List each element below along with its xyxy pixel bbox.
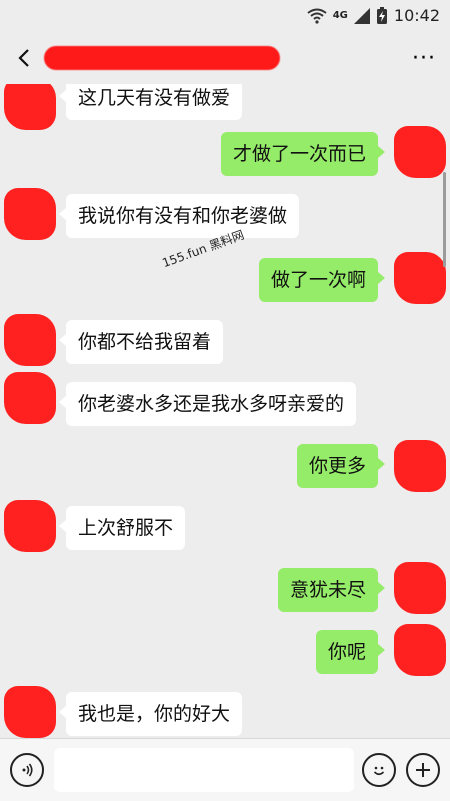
back-chevron-icon bbox=[18, 49, 29, 67]
signal-icon bbox=[353, 7, 370, 24]
plus-button[interactable] bbox=[406, 753, 440, 787]
message-bubble-outgoing[interactable]: 你呢 bbox=[315, 630, 386, 674]
avatar-redacted[interactable] bbox=[4, 500, 56, 552]
message-bubble-outgoing[interactable]: 你更多 bbox=[296, 444, 386, 488]
status-icons: 4G 10:42 bbox=[307, 6, 440, 25]
clock: 10:42 bbox=[393, 6, 440, 25]
avatar-redacted[interactable] bbox=[394, 562, 446, 614]
message-input[interactable] bbox=[54, 748, 354, 792]
message-bubble-incoming[interactable]: 我也是，你的好大 bbox=[58, 692, 243, 736]
emoji-button[interactable] bbox=[362, 753, 396, 787]
status-bar: 4G 10:42 bbox=[0, 0, 450, 32]
more-dots-icon: ··· bbox=[412, 46, 436, 71]
back-button[interactable] bbox=[12, 42, 40, 74]
message-bubble-incoming[interactable]: 我说你有没有和你老婆做 bbox=[58, 194, 300, 238]
avatar-redacted[interactable] bbox=[394, 624, 446, 676]
input-bar bbox=[0, 738, 450, 801]
plus-icon bbox=[416, 763, 430, 777]
message-bubble-outgoing[interactable]: 做了一次啊 bbox=[258, 258, 386, 302]
chat-header: ··· bbox=[0, 32, 450, 84]
voice-button[interactable] bbox=[10, 753, 44, 787]
message-bubble-incoming[interactable]: 你都不给我留着 bbox=[58, 320, 224, 364]
more-button[interactable]: ··· bbox=[412, 46, 436, 71]
network-type: 4G bbox=[332, 10, 348, 21]
message-bubble-incoming[interactable]: 你老婆水多还是我水多呀亲爱的 bbox=[58, 382, 357, 426]
message-bubble-outgoing[interactable]: 意犹未尽 bbox=[277, 568, 386, 612]
avatar-redacted[interactable] bbox=[394, 252, 446, 304]
contact-name-redacted bbox=[44, 46, 280, 70]
avatar-redacted[interactable] bbox=[394, 126, 446, 178]
scrollbar[interactable] bbox=[443, 172, 446, 267]
battery-charging-icon bbox=[376, 6, 387, 24]
avatar-redacted[interactable] bbox=[4, 84, 56, 130]
avatar-redacted[interactable] bbox=[4, 314, 56, 366]
avatar-redacted[interactable] bbox=[4, 372, 56, 424]
message-bubble-incoming[interactable]: 这几天有没有做爱 bbox=[58, 84, 243, 120]
emoji-icon bbox=[373, 766, 385, 776]
avatar-redacted[interactable] bbox=[4, 686, 56, 738]
wifi-icon bbox=[307, 8, 327, 24]
avatar-redacted[interactable] bbox=[4, 188, 56, 240]
voice-icon bbox=[22, 763, 33, 777]
message-bubble-outgoing[interactable]: 才做了一次而已 bbox=[220, 132, 386, 176]
message-list[interactable]: 这几天有没有做爱 才做了一次而已 我说你有没有和你老婆做 做了一次啊 你都不给我… bbox=[0, 84, 450, 738]
avatar-redacted[interactable] bbox=[394, 440, 446, 492]
message-bubble-incoming[interactable]: 上次舒服不 bbox=[58, 506, 186, 550]
